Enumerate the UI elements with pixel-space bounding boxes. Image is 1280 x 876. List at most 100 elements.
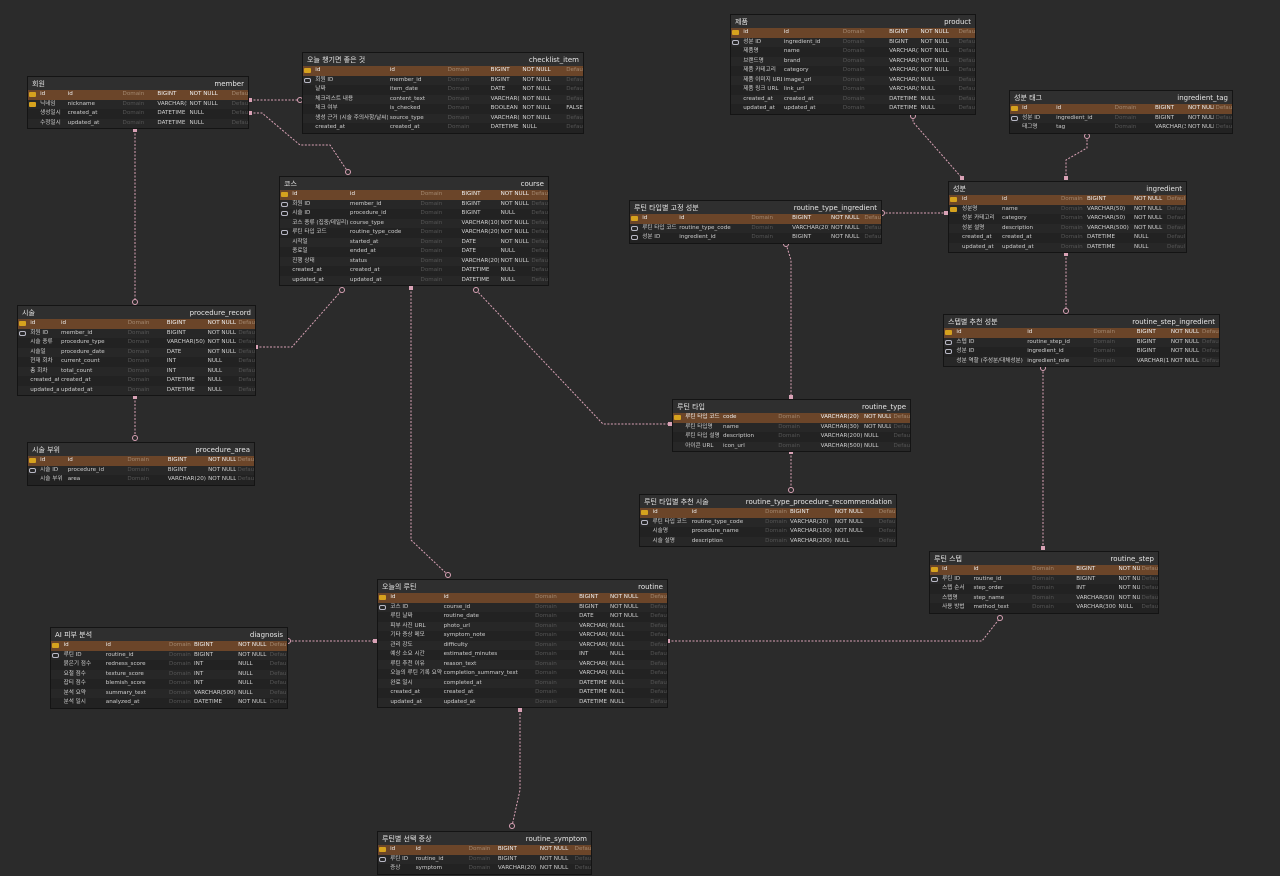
table-routine_step[interactable]: 루틴 스텝 routine_stepid id Domain BIGINT NOT NUL… xyxy=(929,551,1159,614)
primary-key-row[interactable]: 루틴 타입 코드 code Domain VARCHAR(20) NOT NULL Def… xyxy=(673,413,910,423)
column-row[interactable]: 제품 이미지 URLimage_url Domain VARCHAR(500)NUL… xyxy=(731,75,975,85)
column-row[interactable]: 성분 ID ingredient_id Domain BIGINT NOT NULL De… xyxy=(1010,113,1232,123)
column-row[interactable]: 현재 회차 current_count Domain INT NULL Default v… xyxy=(18,357,255,367)
column-row[interactable]: 루틴 날짜 routine_date Domain DATE NOT NULL Defau… xyxy=(378,612,667,622)
table-diagnosis[interactable]: AI 피부 분석 diagnosis id id Domain BIGINT NOT NUL… xyxy=(50,627,288,709)
column-row[interactable]: updated_at updated_at Domain DATETIME NULL De… xyxy=(378,697,667,707)
column-row[interactable]: 예상 소요 시간 estimated_minutes Domain INT NULL De… xyxy=(378,650,667,660)
table-header[interactable]: 성분 ingredient xyxy=(949,182,1186,195)
table-routine_step_ingredient[interactable]: 스텝별 추천 성분 routine_step_ingredient id id Doma… xyxy=(943,314,1220,367)
table-header[interactable]: 루틴 스텝 routine_step xyxy=(930,552,1158,565)
primary-key-row[interactable]: ididDomainBIGINTNOT NULLDefault value xyxy=(930,565,1158,575)
primary-key-row[interactable]: ididDomainBIGINTNOT NULLDefault value xyxy=(303,66,583,76)
primary-key-row[interactable]: ididDomainBIGINTNOT NULLDefault value xyxy=(944,328,1219,338)
table-header[interactable]: 시술 부위 procedure_area xyxy=(28,443,254,456)
column-row[interactable]: 코스 ID course_id Domain BIGINT NOT NULL Defaul… xyxy=(378,602,667,612)
column-row[interactable]: 피부 사진 URL photo_url Domain VARCHAR(500)NULL… xyxy=(378,621,667,631)
column-row[interactable]: 체크 여부 is_checked Domain BOOLEAN NOT NULL FALS… xyxy=(303,104,583,114)
column-row[interactable]: 오늘의 루틴 기록 요약 completion_summary_text Domai… xyxy=(378,669,667,679)
column-row[interactable]: 생성 근거 (시술 주의사항/날씨) source_type Domain VARCH… xyxy=(303,113,583,123)
column-row[interactable]: 수정일시 updated_at Domain DATETIMENULL Default … xyxy=(28,118,248,128)
table-ingredient[interactable]: 성분 ingredient id id Domain BIGINT NOT NULL Defa… xyxy=(948,181,1187,253)
primary-key-row[interactable]: ididDomainBIGINTNOT NULLDefault value xyxy=(51,641,287,651)
column-row[interactable]: 생성일시 created_at Domain DATETIMENULL Default … xyxy=(28,109,248,119)
primary-key-row[interactable]: ididDomainBIGINTNOT NULLDefault value xyxy=(280,190,548,200)
column-row[interactable]: created_at created_at Domain DATETIME NULL De… xyxy=(280,266,548,276)
column-row[interactable]: 시술 ID procedure_id Domain BIGINT NULL Default… xyxy=(280,209,548,219)
column-row[interactable]: 스텝명 step_name Domain VARCHAR(50)NOT NULLDef… xyxy=(930,593,1158,603)
column-row[interactable]: 완료 일시 completed_at Domain DATETIME NULL Defau… xyxy=(378,678,667,688)
table-header[interactable]: 루틴 타입 routine_type xyxy=(673,400,910,413)
table-routine[interactable]: 오늘의 루틴 routine id id Domain BIGINT NOT NULL Def… xyxy=(377,579,668,708)
column-row[interactable]: 성분 ID ingredient_id Domain BIGINT NOT NULL De… xyxy=(630,233,881,243)
column-row[interactable]: 시작일 started_at Domain DATE NOT NULLDefault v… xyxy=(280,237,548,247)
column-row[interactable]: 코스 종류 (집중/데일리) course_type Domain VARCHAR(1… xyxy=(280,218,548,228)
column-row[interactable]: 성분 역할 (주성분/대체성분) ingredient_role Domain VAR… xyxy=(944,356,1219,366)
column-row[interactable]: 루틴 타입 코드 routine_type_code Domain VARCHAR(2… xyxy=(630,223,881,233)
primary-key-row[interactable]: ididDomainBIGINTNOT NULLDefault value xyxy=(28,90,248,100)
column-row[interactable]: 아이콘 URL icon_url Domain VARCHAR(500) NULL Def… xyxy=(673,441,910,451)
column-row[interactable]: 잡티 점수 blemish_score DomainINT NULL Default v… xyxy=(51,679,287,689)
column-row[interactable]: 닉네임 nickname Domain VARCHAR(50)NOT NULL Defa… xyxy=(28,99,248,109)
column-row[interactable]: 스텝 ID routine_step_id Domain BIGINT NOT NULL… xyxy=(944,337,1219,347)
column-row[interactable]: 기타 증상 메모 symptom_note Domain VARCHAR(500)NU… xyxy=(378,631,667,641)
column-row[interactable]: 루틴 추천 이유 reason_text Domain VARCHAR(500)NUL… xyxy=(378,659,667,669)
column-row[interactable]: 시술 종류 procedure_type Domain VARCHAR(50) NOT … xyxy=(18,338,255,348)
primary-key-row[interactable]: ididDomainBIGINTNOT NULLDefault value xyxy=(18,319,255,329)
table-routine_symptom[interactable]: 루틴별 선택 증상 routine_symptom id id Domain BIGINT… xyxy=(377,831,592,875)
table-header[interactable]: 루틴 타입별 추천 시술 routine_type_procedure_recom… xyxy=(640,495,896,508)
primary-key-row[interactable]: ididDomainBIGINTNOT NULLDefault value xyxy=(1010,104,1232,114)
column-row[interactable]: 진행 상태 status Domain VARCHAR(20) NOT NULL Defa… xyxy=(280,256,548,266)
table-product[interactable]: 제품 product id id Domain BIGINT NOT NULL Default… xyxy=(730,14,976,115)
table-header[interactable]: 스텝별 추천 성분 routine_step_ingredient xyxy=(944,315,1219,328)
table-routine_type_ingredient[interactable]: 루틴 타입별 고정 성분 routine_type_ingredient id id D… xyxy=(629,200,882,244)
column-row[interactable]: 회원 IDmember_idDomainBIGINTNOT NULLDefaul… xyxy=(18,328,255,338)
column-row[interactable]: 시술 부위 area Domain VARCHAR(20)NOT NULLDefaul… xyxy=(28,475,254,485)
table-header[interactable]: 루틴 타입별 고정 성분 routine_type_ingredient xyxy=(630,201,881,214)
column-row[interactable]: 제품 카테고리 category Domain VARCHAR(30)NOT NULL… xyxy=(731,66,975,76)
column-row[interactable]: 사용 방법 method_text Domain VARCHAR(300) NULL De… xyxy=(930,603,1158,613)
column-row[interactable]: 시술일 procedure_date Domain DATE NOT NULL Defau… xyxy=(18,347,255,357)
column-row[interactable]: 시술명 procedure_name Domain VARCHAR(100) NOT N… xyxy=(640,527,896,537)
column-row[interactable]: 증상 symptom Domain VARCHAR(20)NOT NULL Defaul… xyxy=(378,864,591,874)
column-row[interactable]: 붉은기 점수 redness_score DomainINT NULL Default … xyxy=(51,660,287,670)
column-row[interactable]: 성분명 name Domain VARCHAR(50) NOT NULL Default … xyxy=(949,204,1186,214)
table-header[interactable]: AI 피부 분석 diagnosis xyxy=(51,628,287,641)
table-header[interactable]: 제품 product xyxy=(731,15,975,28)
column-row[interactable]: 성분 ID ingredient_id Domain BIGINT NOT NULL De… xyxy=(731,37,975,47)
column-row[interactable]: 분석 요약 summary_text Domain VARCHAR(500) NULL D… xyxy=(51,688,287,698)
column-row[interactable]: 제품 링크 URL link_url Domain VARCHAR(500)NULL D… xyxy=(731,85,975,95)
column-row[interactable]: created_at created_at Domain DATETIME NULL De… xyxy=(731,94,975,104)
primary-key-row[interactable]: ididDomainBIGINTNOT NULLDefault value xyxy=(630,214,881,224)
table-header[interactable]: 회원 member xyxy=(28,77,248,90)
column-row[interactable]: 성분 카테고리 category Domain VARCHAR(50) NOT NULL… xyxy=(949,214,1186,224)
column-row[interactable]: 체크리스트 내용 content_text Domain VARCHAR(200)NO… xyxy=(303,94,583,104)
column-row[interactable]: 요철 점수 texture_score DomainINT NULL Default v… xyxy=(51,669,287,679)
column-row[interactable]: 시술 ID procedure_id Domain BIGINT NOT NULL Def… xyxy=(28,465,254,475)
column-row[interactable]: updated_at updated_at Domain DATETIME NULL De… xyxy=(731,104,975,114)
column-row[interactable]: created_at created_at Domain DATETIME NULL De… xyxy=(18,376,255,386)
column-row[interactable]: 총 회차 total_count Domain INT NULL Default valu… xyxy=(18,366,255,376)
primary-key-row[interactable]: ididDomainBIGINTNOT NULLDefault value xyxy=(949,195,1186,205)
column-row[interactable]: 루틴 타입명 name Domain VARCHAR(30) NOT NULL Defau… xyxy=(673,422,910,432)
primary-key-row[interactable]: ididDomainBIGINTNOT NULLDefault value xyxy=(378,845,591,855)
column-row[interactable]: 날짜 item_date Domain DATE NOT NULL Default val… xyxy=(303,85,583,95)
column-row[interactable]: 회원 IDmember_idDomainBIGINTNOT NULLDefaul… xyxy=(303,75,583,85)
column-row[interactable]: 태그명 tag Domain VARCHAR(30)NOT NULLDefault v… xyxy=(1010,123,1232,133)
column-row[interactable]: 스텝 순서 step_order Domain INT NOT NULLDefault … xyxy=(930,584,1158,594)
table-header[interactable]: 코스 course xyxy=(280,177,548,190)
column-row[interactable]: created_at created_at Domain DATETIME NULL De… xyxy=(949,233,1186,243)
column-row[interactable]: 루틴 IDroutine_idDomainBIGINTNOT NULLDefau… xyxy=(51,650,287,660)
table-routine_type[interactable]: 루틴 타입 routine_type 루틴 타입 코드 code Domain VARCH… xyxy=(672,399,911,452)
table-member[interactable]: 회원 member id id Domain BIGINT NOT NULL Default … xyxy=(27,76,249,129)
table-course[interactable]: 코스courseididDomainBIGINTNOT NULLDefault … xyxy=(279,176,549,286)
primary-key-row[interactable]: ididDomainBIGINTNOT NULLDefault value xyxy=(731,28,975,38)
table-procedure_record[interactable]: 시술 procedure_record id id Domain BIGINT NOT NU… xyxy=(17,305,256,396)
column-row[interactable]: 루틴 IDroutine_idDomainBIGINTNOT NULLDefau… xyxy=(378,854,591,864)
column-row[interactable]: 시술 설명 description Domain VARCHAR(200) NULL De… xyxy=(640,536,896,546)
primary-key-row[interactable]: ididDomainBIGINTNOT NULLDefault value xyxy=(28,456,254,466)
table-header[interactable]: 오늘 챙기면 좋은 것 checklist_item xyxy=(303,53,583,66)
table-ingredient_tag[interactable]: 성분 태그 ingredient_tag id id Domain BIGINT NOT N… xyxy=(1009,90,1233,134)
table-header[interactable]: 루틴별 선택 증상 routine_symptom xyxy=(378,832,591,845)
table-header[interactable]: 시술 procedure_record xyxy=(18,306,255,319)
